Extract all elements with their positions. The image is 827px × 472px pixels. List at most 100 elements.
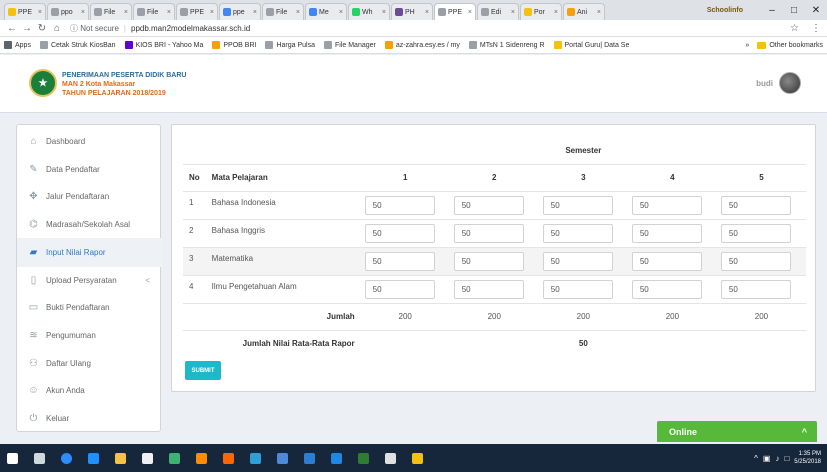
browser-tab[interactable]: File × [133,3,175,20]
sidebar-item[interactable]: ☺ Akun Anda [17,376,162,405]
browser-tab[interactable]: ppe × [219,3,261,20]
grade-input[interactable]: 50 [720,223,791,243]
yellow-app-icon[interactable] [405,444,429,472]
grade-input[interactable]: 50 [631,195,702,215]
sidebar-item[interactable]: ⌂ Dashboard [17,127,162,156]
other-bookmarks[interactable]: Other bookmarks [769,42,823,49]
browser-tab[interactable]: Me × [305,3,347,20]
reload-icon[interactable]: ↻ [36,23,48,34]
sidebar-item[interactable]: ▯ Upload Persyaratan < [17,266,162,295]
minimize-icon[interactable]: – [761,5,783,16]
browser-tab[interactable]: File × [262,3,304,20]
photos-icon[interactable] [297,444,321,472]
forward-icon[interactable]: → [21,23,33,34]
grade-input[interactable]: 50 [542,251,613,271]
grade-input[interactable]: 50 [542,195,613,215]
sidebar-item[interactable]: ≋ Pengumuman [17,321,162,350]
cortana-icon[interactable] [54,444,78,472]
grade-input[interactable]: 50 [631,251,702,271]
bookmark-item[interactable]: KIOS BRI - Yahoo Ma [124,41,203,49]
sidebar-item[interactable]: ✎ Data Pendaftar [17,155,162,184]
bookmark-item[interactable]: Harga Pulsa [265,41,315,49]
edge-icon[interactable] [81,444,105,472]
close-icon[interactable]: ✕ [805,5,827,16]
maximize-icon[interactable]: □ [783,5,805,16]
excel-icon[interactable] [162,444,186,472]
grade-input[interactable]: 50 [364,195,435,215]
grade-input[interactable]: 50 [364,223,435,243]
bookmark-star-icon[interactable]: ☆ [790,23,799,34]
grade-input[interactable]: 50 [453,195,524,215]
grade-input[interactable]: 50 [720,195,791,215]
grade-input[interactable]: 50 [720,279,791,299]
not-secure-label[interactable]: ⓘ Not secure [70,23,119,34]
tab-close-icon[interactable]: × [124,9,128,16]
telegram-icon[interactable] [324,444,348,472]
search-icon[interactable] [27,444,51,472]
volume-icon[interactable]: ♪ [775,454,779,463]
back-icon[interactable]: ← [6,23,18,34]
grade-input[interactable]: 50 [453,251,524,271]
mail-icon[interactable] [243,444,267,472]
sidebar-item[interactable]: ▰ Input Nilai Rapor [17,237,162,267]
browser-tab[interactable]: Por × [520,3,562,20]
grade-input[interactable]: 50 [364,279,435,299]
grade-input[interactable]: 50 [720,251,791,271]
tab-close-icon[interactable]: × [554,9,558,16]
url-text[interactable]: ppdb.man2modelmakassar.sch.id [131,24,250,33]
tab-close-icon[interactable]: × [511,9,515,16]
user-menu[interactable]: budi [756,72,801,94]
sidebar-item[interactable]: ▭ Bukti Pendaftaran [17,293,162,322]
network-icon[interactable]: ▣ [763,454,771,463]
firefox-icon[interactable] [189,444,213,472]
avatar[interactable] [779,72,801,94]
pen-icon[interactable] [378,444,402,472]
browser-tab[interactable]: Ani × [563,3,605,20]
browser-tab[interactable]: PH × [391,3,433,20]
sidebar-item[interactable]: ⌬ Madrasah/Sekolah Asal [17,210,162,239]
tray-arrow-icon[interactable]: ^ [754,454,758,463]
browser-tab[interactable]: Wh × [348,3,390,20]
sidebar-item[interactable]: ⏻ Keluar [17,404,162,433]
grade-input[interactable]: 50 [542,279,613,299]
submit-button[interactable]: SUBMIT [185,361,221,380]
bookmark-item[interactable]: Portal Guru| Data Se [553,41,629,49]
windows-start-icon[interactable] [0,444,24,472]
bookmark-item[interactable]: MTsN 1 Sidenreng R [468,41,545,49]
url-field[interactable]: ⓘ Not secure | ppdb.man2modelmakassar.sc… [70,23,790,34]
grade-input[interactable]: 50 [631,223,702,243]
app-icon[interactable] [270,444,294,472]
tab-close-icon[interactable]: × [38,9,42,16]
notification-icon[interactable]: □ [784,454,789,463]
tab-close-icon[interactable]: × [597,9,601,16]
grade-input[interactable]: 50 [364,251,435,271]
tab-close-icon[interactable]: × [468,9,472,16]
browser-tab[interactable]: PPE × [434,3,476,20]
chrome-icon[interactable] [216,444,240,472]
tab-close-icon[interactable]: × [210,9,214,16]
clock[interactable]: 1:35 PM 5/25/2018 [794,450,821,466]
browser-tab[interactable]: ppo × [47,3,89,20]
bookmark-item[interactable]: PPOB BRI [212,41,256,49]
tab-close-icon[interactable]: × [81,9,85,16]
tab-close-icon[interactable]: × [296,9,300,16]
bookmark-item[interactable]: File Manager [324,41,376,49]
green-app-icon[interactable] [351,444,375,472]
chevron-up-icon[interactable]: ^ [802,427,807,437]
bookmark-item[interactable]: az-zahra.esy.es / my [384,41,460,49]
bookmark-item[interactable]: Apps [4,41,31,49]
tab-close-icon[interactable]: × [339,9,343,16]
bookmarks-more-icon[interactable]: » [745,42,749,49]
tab-close-icon[interactable]: × [167,9,171,16]
sidebar-item[interactable]: ⚇ Daftar Ulang [17,349,162,378]
browser-tab[interactable]: PPE × [176,3,218,20]
tab-close-icon[interactable]: × [382,9,386,16]
grade-input[interactable]: 50 [542,223,613,243]
home-icon[interactable]: ⌂ [51,23,63,34]
file-explorer-icon[interactable] [108,444,132,472]
tab-close-icon[interactable]: × [253,9,257,16]
bookmark-item[interactable]: Cetak Struk KiosBan [39,41,116,49]
browser-tab[interactable]: File × [90,3,132,20]
browser-tab[interactable]: PPE × [4,3,46,20]
store-icon[interactable] [135,444,159,472]
